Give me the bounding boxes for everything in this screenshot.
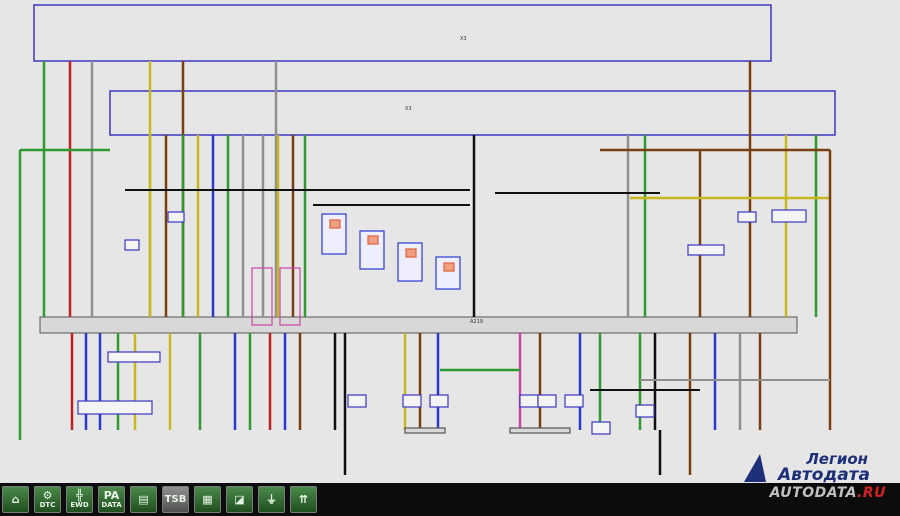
- toolbar-grounds-button[interactable]: ⏚: [258, 486, 285, 513]
- connector-block: [77, 400, 153, 415]
- connector-box: [167, 211, 185, 223]
- connector-bar: [509, 427, 571, 434]
- wiring-diagram: A219 X3 X3: [18, 4, 836, 475]
- fuse-box: [124, 239, 140, 251]
- toolbar-home-button[interactable]: ⌂: [2, 486, 29, 513]
- connector-box: [771, 209, 807, 223]
- connectors-icon: ▦: [202, 493, 213, 506]
- connector-box: [687, 244, 725, 256]
- toolbar-components-button[interactable]: ▤: [130, 486, 157, 513]
- grounds-icon: ⏚: [266, 493, 277, 506]
- toolbar-pa-data-button[interactable]: PA DATA: [98, 486, 125, 513]
- toolbar-locations-button[interactable]: ◪: [226, 486, 253, 513]
- pinouts-icon: ⇈: [298, 493, 309, 506]
- connector-box: [429, 394, 449, 408]
- dtc-icon: ⚙: [42, 489, 53, 502]
- connector-box: [402, 394, 422, 408]
- dtc-label: DTC: [39, 501, 56, 509]
- pa-data-label: DATA: [101, 501, 122, 509]
- autodata-logo: Легион Автодата AUTODATA.RU: [736, 450, 886, 510]
- labels: A219 X3 X3: [77, 36, 807, 435]
- ecu-label: A219: [470, 319, 483, 325]
- connector-box: [347, 394, 367, 408]
- connector-bar: [404, 427, 446, 434]
- toolbar-tsb-button[interactable]: TSB: [162, 486, 189, 513]
- pink-dashed-box: [279, 267, 301, 326]
- relay-4: [435, 256, 461, 290]
- connector-box: [564, 394, 584, 408]
- logo-line-3: AUTODATA.RU: [770, 485, 886, 501]
- connector-box: [591, 421, 611, 435]
- block-label: X3: [460, 36, 467, 42]
- logo-mark-icon: [744, 454, 766, 482]
- mounting-block-top: [33, 4, 772, 62]
- logo-line-3a: AUTODATA: [769, 485, 858, 501]
- logo-line-2: Автодата: [778, 465, 870, 485]
- block-label: X3: [405, 106, 412, 112]
- connector-box: [537, 394, 557, 408]
- connector-box: [635, 404, 655, 418]
- connector-box: [519, 394, 539, 408]
- toolbar-pinouts-button[interactable]: ⇈: [290, 486, 317, 513]
- components-icon: ▤: [138, 493, 149, 506]
- toolbar-connectors-button[interactable]: ▦: [194, 486, 221, 513]
- relay-coil: [405, 248, 417, 258]
- connector-box: [737, 211, 757, 223]
- logo-line-3b: .RU: [857, 485, 886, 501]
- home-icon: ⌂: [11, 493, 20, 506]
- relay-coil: [329, 219, 341, 229]
- mounting-block-middle: [109, 90, 836, 136]
- ewd-label: EWD: [70, 501, 89, 509]
- ecu-connector-bar: [39, 316, 798, 334]
- ewd-icon: ╬: [76, 489, 83, 502]
- locations-icon: ◪: [234, 493, 245, 506]
- toolbar-ewd-button[interactable]: ╬ EWD: [66, 486, 93, 513]
- connector-block: [107, 351, 161, 363]
- relay-coil: [367, 235, 379, 245]
- pa-data-icon: PA: [103, 489, 120, 502]
- relay-coil: [443, 262, 455, 272]
- toolbar-dtc-button[interactable]: ⚙ DTC: [34, 486, 61, 513]
